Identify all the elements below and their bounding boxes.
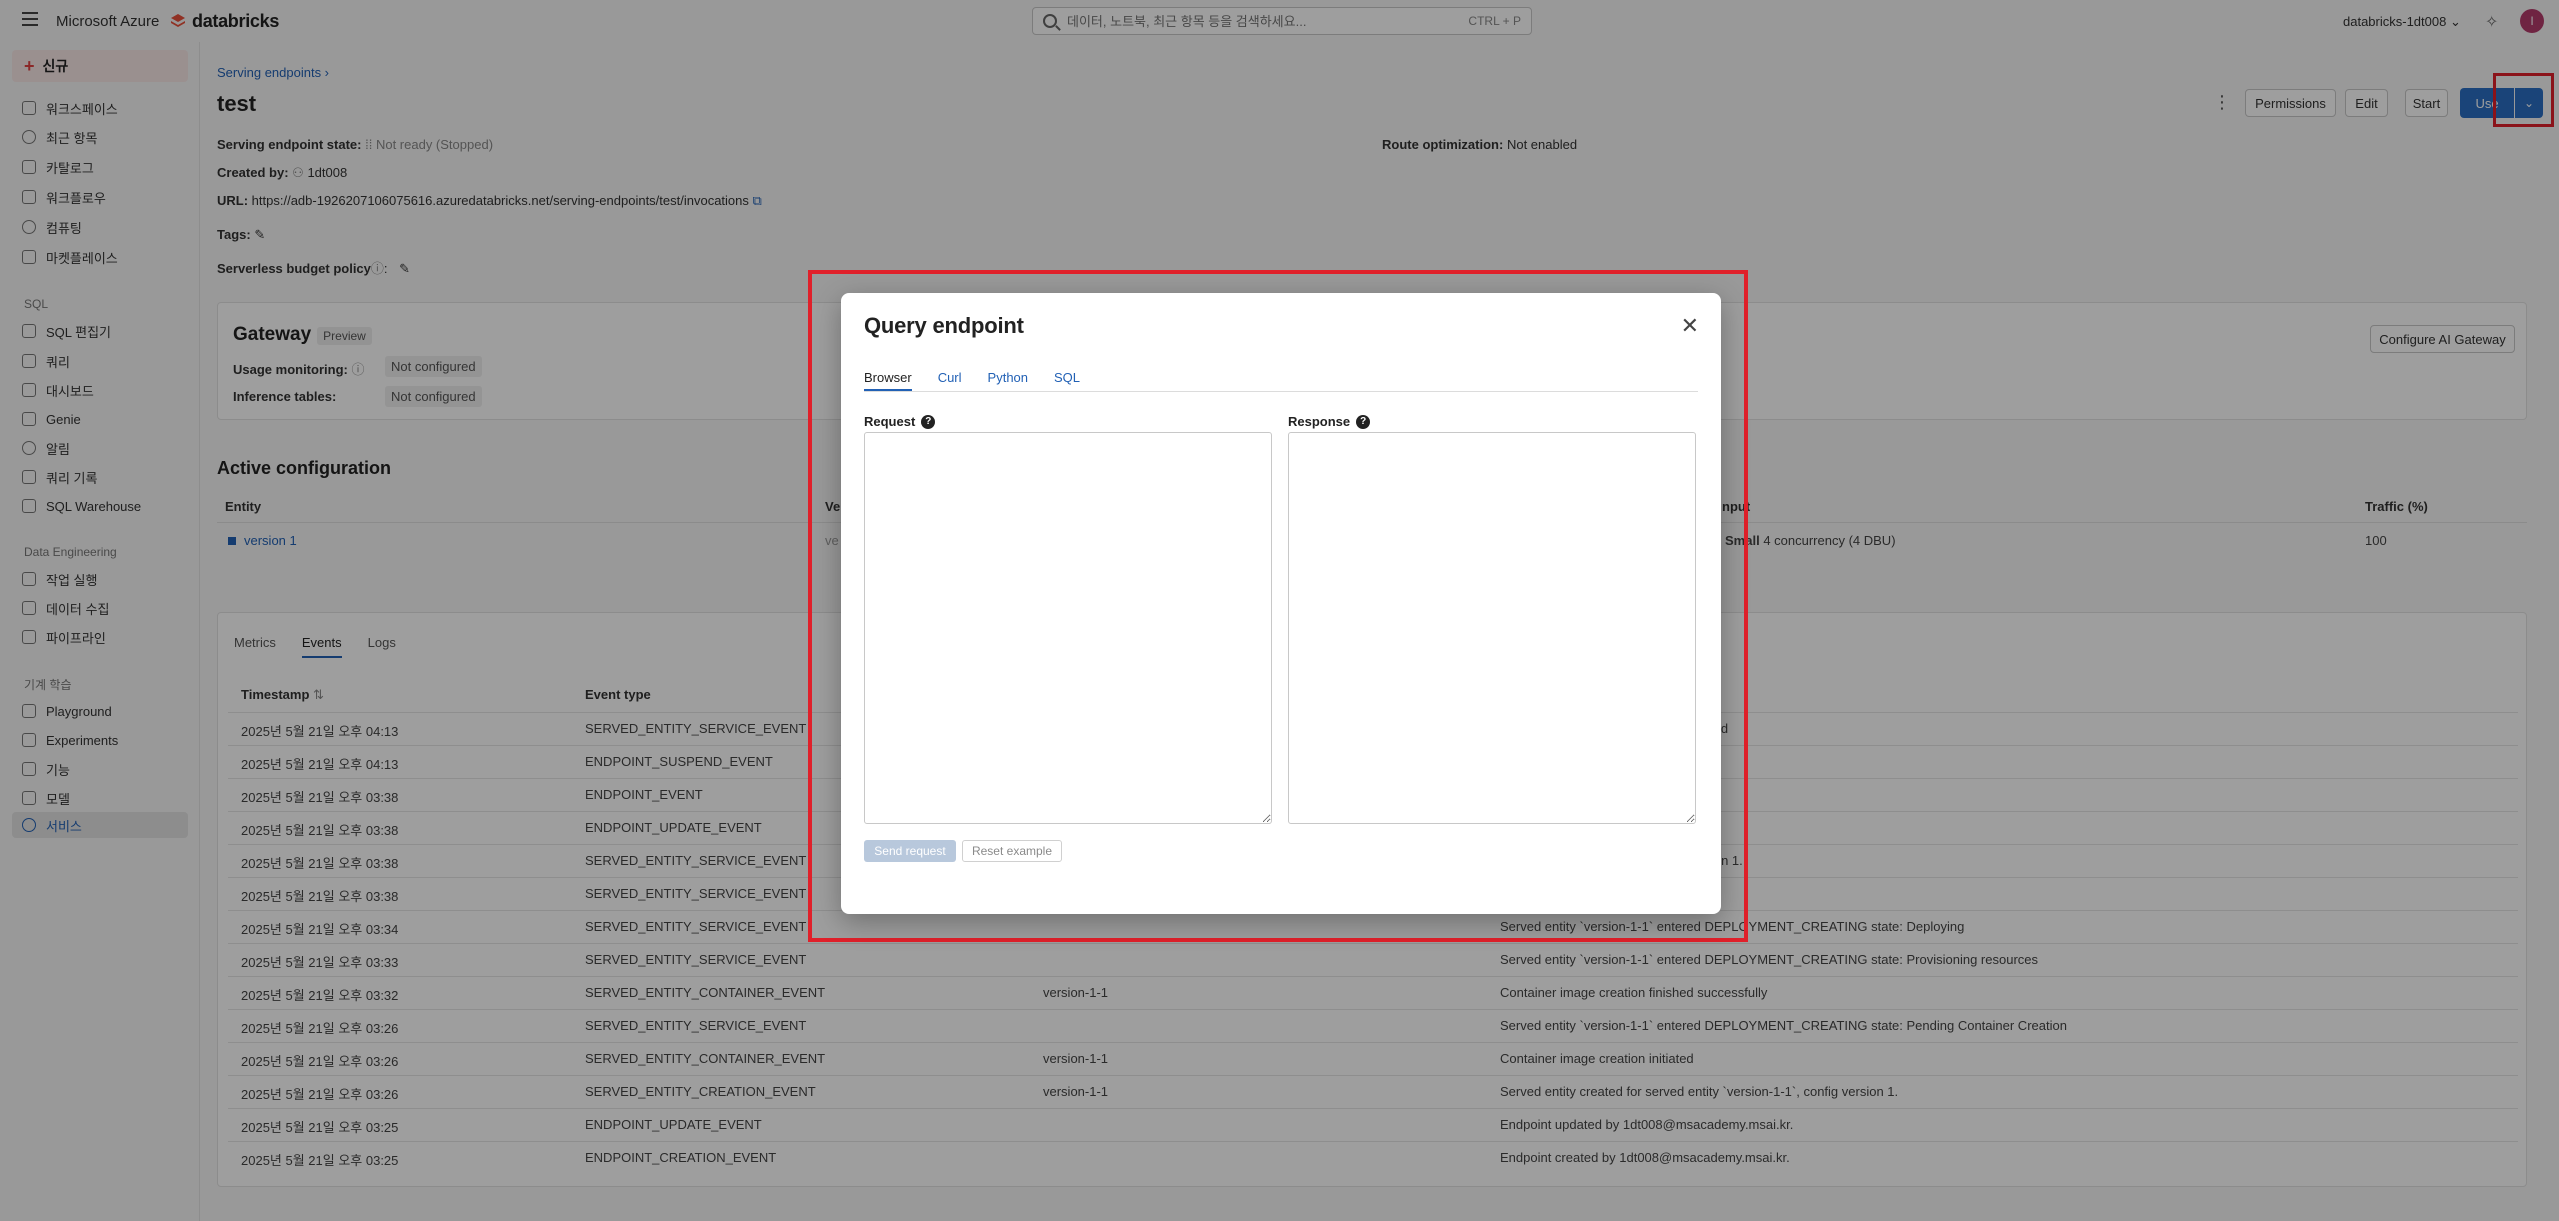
tab-python[interactable]: Python [988, 370, 1028, 391]
send-request-button[interactable]: Send request [864, 840, 956, 862]
request-label: Request? [864, 414, 936, 429]
modal-title: Query endpoint [864, 313, 1024, 338]
tab-curl[interactable]: Curl [938, 370, 962, 391]
tab-browser[interactable]: Browser [864, 370, 912, 391]
reset-example-button[interactable]: Reset example [962, 840, 1062, 862]
response-label: Response? [1288, 414, 1371, 429]
tab-sql[interactable]: SQL [1054, 370, 1080, 391]
help-icon[interactable]: ? [921, 414, 936, 429]
modal-tabs: Browser Curl Python SQL [864, 370, 1698, 392]
close-icon[interactable]: ✕ [1681, 315, 1699, 337]
request-textarea[interactable] [864, 432, 1272, 824]
query-endpoint-modal: Query endpoint ✕ Browser Curl Python SQL… [841, 293, 1721, 914]
help-icon[interactable]: ? [1356, 414, 1371, 429]
response-textarea[interactable] [1288, 432, 1696, 824]
